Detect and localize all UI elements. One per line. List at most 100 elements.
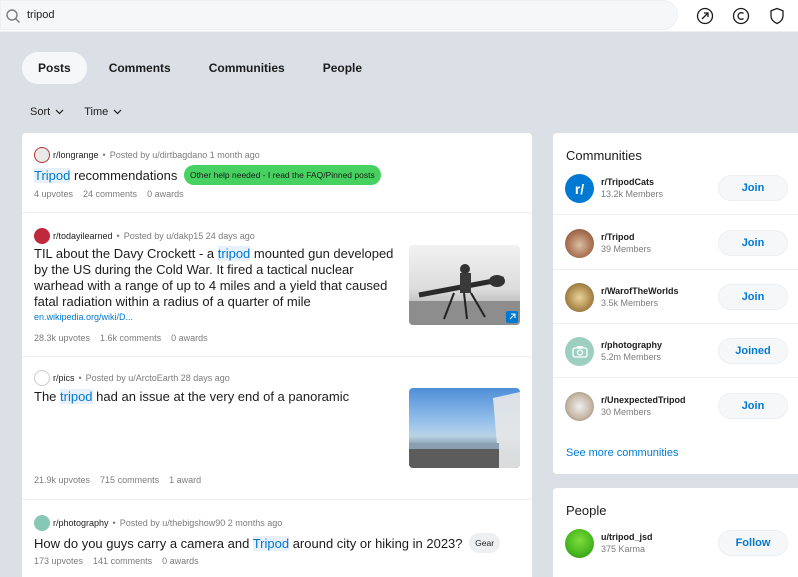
community-members: 30 Members (601, 407, 652, 417)
post-title[interactable]: Tripod recommendations Other help needed… (34, 165, 524, 185)
post-thumbnail-image (409, 392, 520, 468)
post-title[interactable]: TIL about the Davy Crockett - a tripod m… (34, 246, 404, 310)
post-meta: r/todayilearned • Posted by u/dakp15 24 … (34, 228, 255, 244)
comment-count[interactable]: 715 comments (100, 475, 159, 485)
community-avatar (565, 283, 594, 312)
upvote-count: 28.3k upvotes (34, 333, 91, 343)
search-input[interactable]: tripod (0, 0, 678, 30)
posted-by: Posted by u/ArctoEarth 28 days ago (85, 373, 230, 383)
community-item[interactable]: r/photography 5.2m Members Joined (553, 324, 798, 378)
follow-button[interactable]: Follow (718, 530, 788, 556)
people-card: People u/tripod_jsd 375 Karma Follow (553, 488, 798, 577)
shield-icon[interactable] (764, 4, 790, 28)
post-meta: r/pics • Posted by u/ArctoEarth 28 days … (34, 370, 230, 386)
community-name[interactable]: r/TripodCats (601, 177, 654, 187)
community-name[interactable]: r/Tripod (601, 232, 635, 242)
post-title-text: had an issue at the very end of a panora… (92, 389, 350, 404)
user-karma: 375 Karma (601, 544, 646, 554)
sort-label: Sort (30, 106, 51, 118)
community-item[interactable]: r/Tripod 39 Members Join (553, 216, 798, 270)
post-title-text: recommendations (70, 168, 178, 183)
post-thumbnail[interactable] (409, 388, 520, 468)
subreddit-avatar (34, 147, 50, 163)
post-thumbnail[interactable] (409, 245, 520, 325)
post-flair: Other help needed - I read the FAQ/Pinne… (183, 165, 381, 185)
subreddit-link[interactable]: r/photography (53, 518, 109, 528)
award-count: 0 awards (147, 189, 184, 199)
community-item[interactable]: r/WarofTheWorlds 3.5k Members Join (553, 270, 798, 324)
external-link[interactable]: en.wikipedia.org/wiki/D... (34, 312, 133, 322)
search-highlight: Tripod (252, 536, 290, 551)
post-list: r/longrange • Posted by u/dirtbagdano 1 … (22, 133, 532, 577)
tab-posts[interactable]: Posts (22, 52, 87, 84)
upvote-count: 4 upvotes (34, 189, 74, 199)
header-actions (692, 4, 790, 28)
comment-count[interactable]: 24 comments (83, 189, 137, 199)
post-stats: 4 upvotes 24 comments 0 awards (34, 189, 184, 199)
upvote-count: 21.9k upvotes (34, 475, 91, 485)
joined-button[interactable]: Joined (718, 338, 788, 364)
tab-comments[interactable]: Comments (93, 52, 187, 84)
community-members: 3.5k Members (601, 298, 659, 308)
post-item[interactable]: r/pics • Posted by u/ArctoEarth 28 days … (22, 358, 532, 500)
posted-by: Posted by u/thebigshow90 2 months ago (119, 518, 283, 528)
subreddit-avatar (34, 228, 50, 244)
person-item[interactable]: u/tripod_jsd 375 Karma Follow (553, 516, 798, 570)
community-name[interactable]: r/WarofTheWorlds (601, 286, 679, 296)
filter-bar: Sort Time (30, 106, 122, 118)
post-meta: r/longrange • Posted by u/dirtbagdano 1 … (34, 147, 260, 163)
join-button[interactable]: Join (718, 175, 788, 201)
award-count: 0 awards (162, 556, 199, 566)
community-avatar (565, 229, 594, 258)
tab-people[interactable]: People (307, 52, 378, 84)
posted-by: Posted by u/dirtbagdano 1 month ago (109, 150, 260, 160)
post-stats: 28.3k upvotes 1.6k comments 0 awards (34, 333, 208, 343)
community-members: 39 Members (601, 244, 652, 254)
posted-by: Posted by u/dakp15 24 days ago (123, 231, 255, 241)
subreddit-link[interactable]: r/pics (53, 373, 75, 383)
join-button[interactable]: Join (718, 230, 788, 256)
community-avatar (565, 337, 594, 366)
search-highlight: tripod (217, 246, 251, 261)
subreddit-link[interactable]: r/longrange (53, 150, 99, 160)
post-title-text: around city or hiking in 2023? (289, 536, 463, 551)
time-dropdown[interactable]: Time (84, 106, 122, 118)
see-more-communities-link[interactable]: See more communities (566, 447, 679, 459)
post-stats: 173 upvotes 141 comments 0 awards (34, 556, 199, 566)
post-title[interactable]: How do you guys carry a camera and Tripo… (34, 533, 524, 553)
community-avatar (565, 392, 594, 421)
community-avatar: r/ (565, 174, 594, 203)
subreddit-link[interactable]: r/todayilearned (53, 231, 113, 241)
tab-communities[interactable]: Communities (193, 52, 301, 84)
post-title-text: TIL about the Davy Crockett - a (34, 246, 218, 261)
coins-icon[interactable] (728, 4, 754, 28)
post-item[interactable]: r/longrange • Posted by u/dirtbagdano 1 … (22, 133, 532, 213)
community-item[interactable]: r/ r/TripodCats 13.2k Members Join (553, 161, 798, 215)
search-tabs: Posts Comments Communities People (22, 52, 378, 84)
search-icon (5, 8, 21, 29)
search-query: tripod (27, 9, 55, 21)
comment-count[interactable]: 141 comments (93, 556, 152, 566)
sort-dropdown[interactable]: Sort (30, 106, 64, 118)
comment-count[interactable]: 1.6k comments (100, 333, 161, 343)
user-name[interactable]: u/tripod_jsd (601, 532, 653, 542)
award-count: 0 awards (171, 333, 208, 343)
post-meta: r/photography • Posted by u/thebigshow90… (34, 515, 282, 531)
community-name[interactable]: r/UnexpectedTripod (601, 395, 686, 405)
subreddit-avatar (34, 515, 50, 531)
join-button[interactable]: Join (718, 284, 788, 310)
community-item[interactable]: r/UnexpectedTripod 30 Members Join (553, 379, 798, 433)
popular-icon[interactable] (692, 4, 718, 28)
post-item[interactable]: r/todayilearned • Posted by u/dakp15 24 … (22, 214, 532, 357)
user-avatar (565, 529, 594, 558)
camera-icon (571, 346, 588, 358)
join-button[interactable]: Join (718, 393, 788, 419)
community-members: 13.2k Members (601, 189, 664, 199)
award-count: 1 award (169, 475, 202, 485)
post-item[interactable]: r/photography • Posted by u/thebigshow90… (22, 501, 532, 577)
chevron-down-icon (113, 109, 122, 115)
post-title[interactable]: The tripod had an issue at the very end … (34, 389, 404, 405)
search-highlight: tripod (60, 389, 93, 404)
external-link-icon (506, 311, 518, 323)
community-name[interactable]: r/photography (601, 340, 662, 350)
